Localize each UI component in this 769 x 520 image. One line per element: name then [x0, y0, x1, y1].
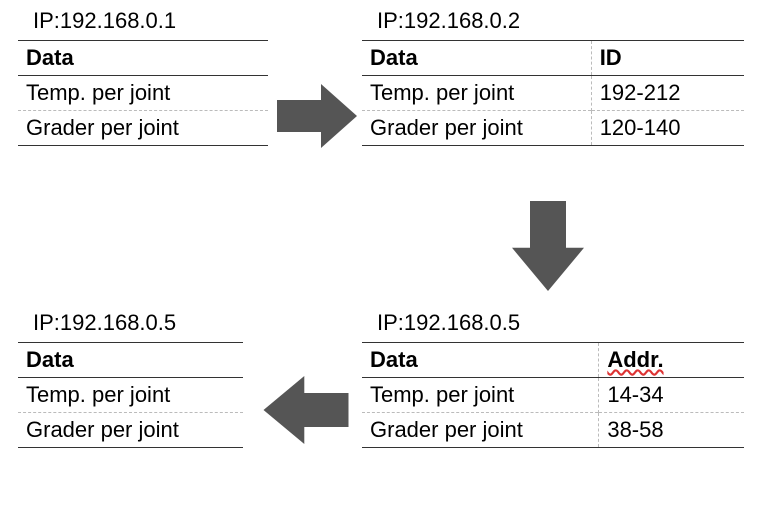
- node-4-header-data: Data: [18, 343, 243, 378]
- node-2: IP:192.168.0.2 Data ID Temp. per joint 1…: [362, 8, 744, 146]
- node-2-r1-c1: 120-140: [591, 111, 744, 146]
- node-3: IP:192.168.0.5 Data Addr. Temp. per join…: [362, 310, 744, 448]
- node-4-r0-c0: Temp. per joint: [18, 378, 243, 413]
- table-row: Grader per joint 38-58: [362, 413, 744, 448]
- table-row: Grader per joint: [18, 111, 268, 146]
- node-1-r0-c0: Temp. per joint: [18, 76, 268, 111]
- arrow-right-icon: [276, 84, 358, 148]
- node-4-ip: IP:192.168.0.5: [33, 310, 243, 336]
- node-4-table: Data Temp. per joint Grader per joint: [18, 342, 243, 448]
- node-1-r1-c0: Grader per joint: [18, 111, 268, 146]
- node-2-header-data: Data: [362, 41, 591, 76]
- table-row: Temp. per joint 14-34: [362, 378, 744, 413]
- node-3-r0-c1: 14-34: [599, 378, 744, 413]
- node-2-r0-c1: 192-212: [591, 76, 744, 111]
- node-3-r1-c0: Grader per joint: [362, 413, 599, 448]
- node-3-header-data: Data: [362, 343, 599, 378]
- node-1-header-data: Data: [18, 41, 268, 76]
- node-2-r0-c0: Temp. per joint: [362, 76, 591, 111]
- table-row: Temp. per joint: [18, 378, 243, 413]
- node-4: IP:192.168.0.5 Data Temp. per joint Grad…: [18, 310, 243, 448]
- node-1-table: Data Temp. per joint Grader per joint: [18, 40, 268, 146]
- arrow-down-icon: [512, 200, 584, 292]
- arrow-left-icon: [255, 376, 357, 444]
- node-1-ip: IP:192.168.0.1: [33, 8, 268, 34]
- table-row: Temp. per joint: [18, 76, 268, 111]
- table-row: Grader per joint 120-140: [362, 111, 744, 146]
- node-2-r1-c0: Grader per joint: [362, 111, 591, 146]
- node-2-table: Data ID Temp. per joint 192-212 Grader p…: [362, 40, 744, 146]
- node-1: IP:192.168.0.1 Data Temp. per joint Grad…: [18, 8, 268, 146]
- node-3-r1-c1: 38-58: [599, 413, 744, 448]
- table-row: Grader per joint: [18, 413, 243, 448]
- node-4-r1-c0: Grader per joint: [18, 413, 243, 448]
- table-row: Temp. per joint 192-212: [362, 76, 744, 111]
- node-3-table: Data Addr. Temp. per joint 14-34 Grader …: [362, 342, 744, 448]
- node-2-header-id: ID: [591, 41, 744, 76]
- node-2-ip: IP:192.168.0.2: [377, 8, 744, 34]
- node-3-r0-c0: Temp. per joint: [362, 378, 599, 413]
- node-3-header-addr: Addr.: [599, 343, 744, 378]
- node-3-ip: IP:192.168.0.5: [377, 310, 744, 336]
